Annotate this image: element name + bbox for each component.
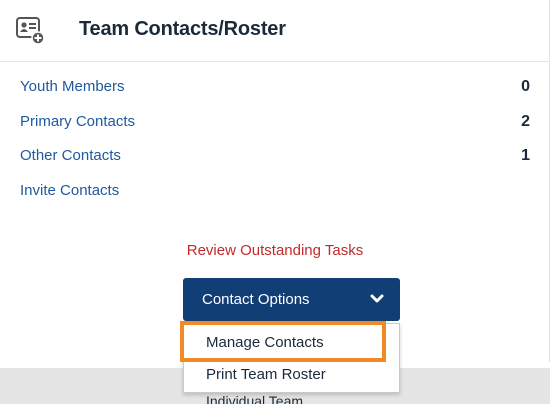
menu-item-print-team-roster[interactable]: Print Team Roster	[184, 362, 399, 388]
review-outstanding-tasks-link[interactable]: Review Outstanding Tasks	[0, 240, 550, 262]
row-primary-contacts: Primary Contacts 2	[20, 110, 530, 134]
invite-contacts-link[interactable]: Invite Contacts	[20, 179, 119, 203]
team-contacts-panel: Team Contacts/Roster Youth Members 0 Pri…	[0, 0, 550, 362]
chevron-down-icon	[370, 294, 384, 303]
menu-item-manage-contacts[interactable]: Manage Contacts	[184, 330, 399, 356]
row-youth-members: Youth Members 0	[20, 75, 530, 99]
youth-members-count: 0	[521, 78, 530, 95]
contact-options-menu: Manage Contacts Print Team Roster	[183, 323, 400, 393]
contact-options-label: Contact Options	[202, 291, 310, 308]
other-contacts-count: 1	[521, 147, 530, 164]
other-contacts-link[interactable]: Other Contacts	[20, 144, 121, 168]
contact-options-button[interactable]: Contact Options	[183, 278, 400, 321]
panel-title: Team Contacts/Roster	[79, 18, 286, 40]
row-other-contacts: Other Contacts 1	[20, 144, 530, 168]
primary-contacts-count: 2	[521, 113, 530, 130]
individual-team-label: Individual Team	[206, 393, 304, 404]
row-invite-contacts: Invite Contacts	[20, 179, 530, 203]
youth-members-link[interactable]: Youth Members	[20, 75, 125, 99]
primary-contacts-link[interactable]: Primary Contacts	[20, 110, 135, 134]
contact-card-add-icon	[16, 17, 45, 45]
panel-header: Team Contacts/Roster	[0, 0, 550, 62]
